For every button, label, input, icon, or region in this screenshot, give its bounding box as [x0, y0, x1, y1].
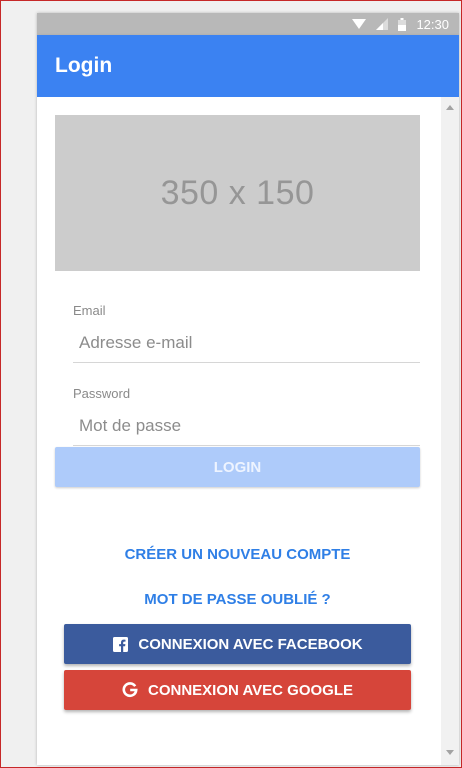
- hero-image-label: 350 x 150: [160, 173, 315, 212]
- app-bar: Login: [37, 35, 459, 97]
- scroll-up-arrow-icon[interactable]: [446, 105, 454, 110]
- scrollbar[interactable]: [441, 97, 459, 765]
- signal-icon: [376, 18, 389, 30]
- scroll-down-arrow-icon[interactable]: [446, 750, 454, 755]
- login-button-label: LOGIN: [213, 458, 262, 476]
- password-field[interactable]: [73, 406, 420, 446]
- status-time: 12:30: [416, 16, 449, 32]
- status-bar: 12:30: [37, 13, 459, 35]
- wifi-icon: [352, 18, 367, 30]
- login-button[interactable]: LOGIN: [55, 447, 420, 487]
- facebook-login-button[interactable]: CONNEXION AVEC FACEBOOK: [64, 624, 411, 664]
- facebook-login-label: CONNEXION AVEC FACEBOOK: [138, 635, 363, 653]
- email-field[interactable]: [73, 323, 420, 363]
- login-content: 350 x 150 Email Password LOGIN CRÉER UN …: [37, 97, 459, 765]
- password-label: Password: [73, 386, 131, 401]
- create-account-link[interactable]: CRÉER UN NOUVEAU COMPTE: [37, 546, 438, 563]
- phone-screen: 12:30 Login 350 x 150 Email Password LOG…: [37, 13, 459, 765]
- hero-image-placeholder: 350 x 150: [55, 115, 420, 271]
- google-icon: [122, 682, 138, 698]
- google-login-label: CONNEXION AVEC GOOGLE: [147, 681, 354, 699]
- google-login-button[interactable]: CONNEXION AVEC GOOGLE: [64, 670, 411, 710]
- email-label: Email: [73, 303, 106, 318]
- status-icons: 12:30: [352, 16, 449, 32]
- page-title: Login: [55, 54, 113, 77]
- forgot-password-link[interactable]: MOT DE PASSE OUBLIÉ ?: [37, 591, 438, 608]
- battery-icon: [398, 17, 407, 31]
- facebook-icon: [112, 636, 128, 652]
